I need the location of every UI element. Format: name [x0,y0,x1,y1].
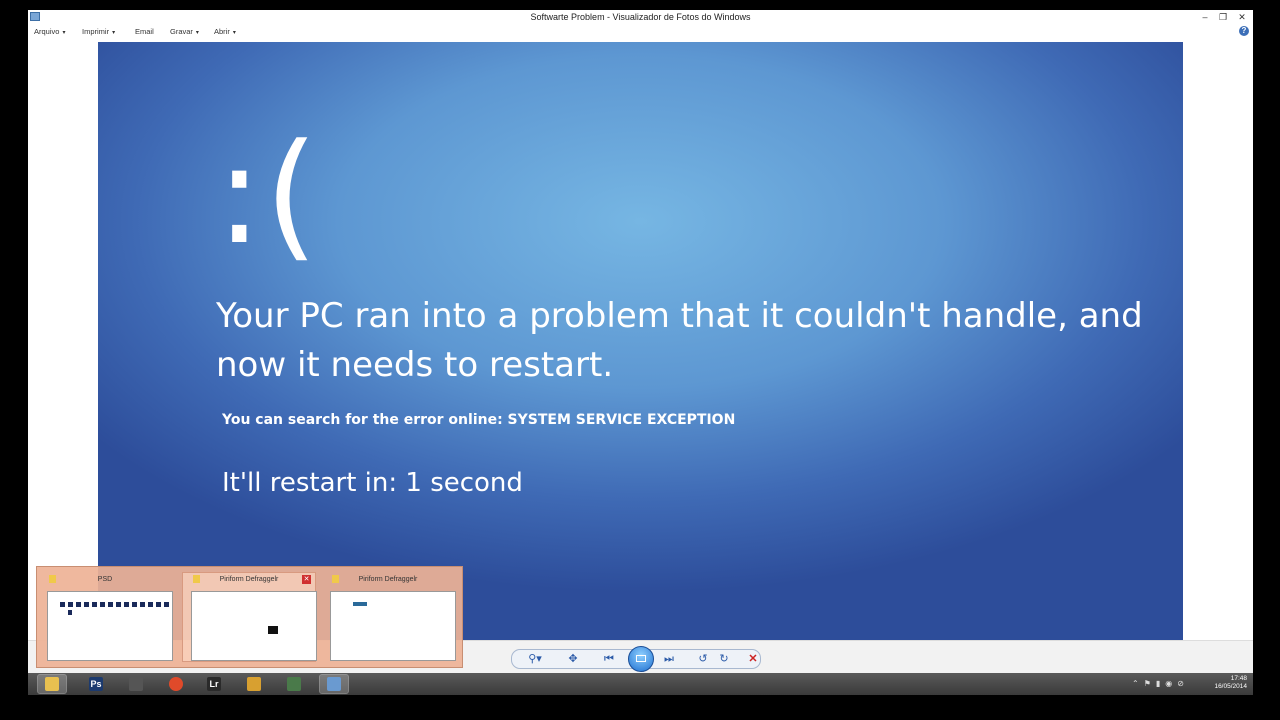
app-icon [247,677,261,691]
taskbar: Ps Lr ⌃⚑▮◉⊘ 17:48 16/05/2014 [28,673,1253,695]
clock-time: 17:48 [1230,675,1247,682]
taskbar-app-tool[interactable] [280,675,308,693]
close-button[interactable]: ✕ [1234,11,1250,23]
app-icon [129,677,143,691]
window-title: Softwarte Problem - Visualizador de Foto… [530,12,751,22]
error-message: Your PC ran into a problem that it could… [216,296,1143,385]
thumbnail-piriform-defraggler-1[interactable]: Piriform Defraggelr ✕ [182,572,317,662]
sad-face-emoticon: :( [216,114,321,275]
title-bar: Softwarte Problem - Visualizador de Foto… [28,10,1253,24]
menu-abrir[interactable]: Abrir ▾ [214,27,236,36]
fit-to-window-icon[interactable]: ✥ [564,651,582,667]
thumbnail-preview-image [191,591,317,661]
menu-label: Abrir [214,27,230,36]
chevron-down-icon: ▾ [112,30,116,36]
taskbar-app-colorful[interactable] [240,675,268,693]
taskbar-app-dark[interactable] [122,675,150,693]
restore-button[interactable]: ❐ [1215,11,1231,23]
menu-label: Gravar [170,27,193,36]
help-icon[interactable]: ? [1239,26,1249,36]
menu-bar: Arquivo ▾ Imprimir ▾ Email Gravar ▾ Abrir ▾ … [28,24,1253,40]
minimize-button[interactable]: – [1197,11,1213,23]
previous-icon[interactable]: ⏮ [600,651,618,667]
clock-date: 16/05/2014 [1214,683,1247,690]
menu-label: Email [135,27,154,36]
folder-icon [45,677,59,691]
thumbnail-title: Piriform Defraggelr [358,576,418,583]
thumbnail-psd[interactable]: PSD [39,573,173,661]
displayed-photo: :( Your PC ran into a problem that it co… [98,42,1183,640]
thumbnail-preview-image [47,591,173,661]
thumbnail-preview-image [330,591,456,661]
rotate-left-icon[interactable]: ↺ [694,651,712,667]
photo-viewer-icon [327,677,341,691]
taskbar-explorer[interactable] [37,674,67,694]
app-icon [287,677,301,691]
taskbar-photo-viewer[interactable] [319,674,349,694]
taskbar-lightroom[interactable]: Lr [200,675,228,693]
restart-countdown: It'll restart in: 1 second [222,468,523,498]
chevron-down-icon: ▾ [62,30,66,36]
zoom-icon[interactable]: ⚲▾ [526,651,544,667]
menu-label: Arquivo [34,27,60,36]
thumbnail-title: PSD [97,576,113,583]
slideshow-button[interactable] [628,646,654,672]
error-code-line: You can search for the error online: SYS… [222,412,736,428]
taskbar-thumbnail-preview: PSD Piriform Defraggelr ✕ Piriform Defra… [36,566,463,668]
menu-gravar[interactable]: Gravar ▾ [170,27,199,36]
system-tray-icons[interactable]: ⌃⚑▮◉⊘ [1132,679,1189,688]
menu-imprimir[interactable]: Imprimir ▾ [82,27,115,36]
delete-icon[interactable]: ✕ [744,651,762,667]
chevron-down-icon: ▾ [232,30,236,36]
menu-arquivo[interactable]: Arquivo ▾ [34,27,65,36]
lightroom-icon: Lr [207,677,221,691]
next-icon[interactable]: ⏭ [660,651,678,667]
thumbnail-title: Piriform Defraggelr [219,576,279,583]
taskbar-photoshop[interactable]: Ps [82,675,110,693]
chevron-down-icon: ▾ [195,30,199,36]
system-clock[interactable]: 17:48 16/05/2014 [1214,675,1247,691]
menu-label: Imprimir [82,27,110,36]
thumbnail-piriform-defraggler-2[interactable]: Piriform Defraggelr [322,573,456,661]
rotate-right-icon[interactable]: ↻ [715,651,733,667]
navigation-controls: ⚲▾ ✥ ⏮ ⏭ ↺ ↻ ✕ [511,646,762,672]
chrome-icon [169,677,183,691]
taskbar-chrome[interactable] [162,675,190,693]
photoshop-icon: Ps [89,677,103,691]
close-icon[interactable]: ✕ [302,575,311,584]
image-viewport: :( Your PC ran into a problem that it co… [28,40,1253,640]
menu-email[interactable]: Email [135,27,154,36]
